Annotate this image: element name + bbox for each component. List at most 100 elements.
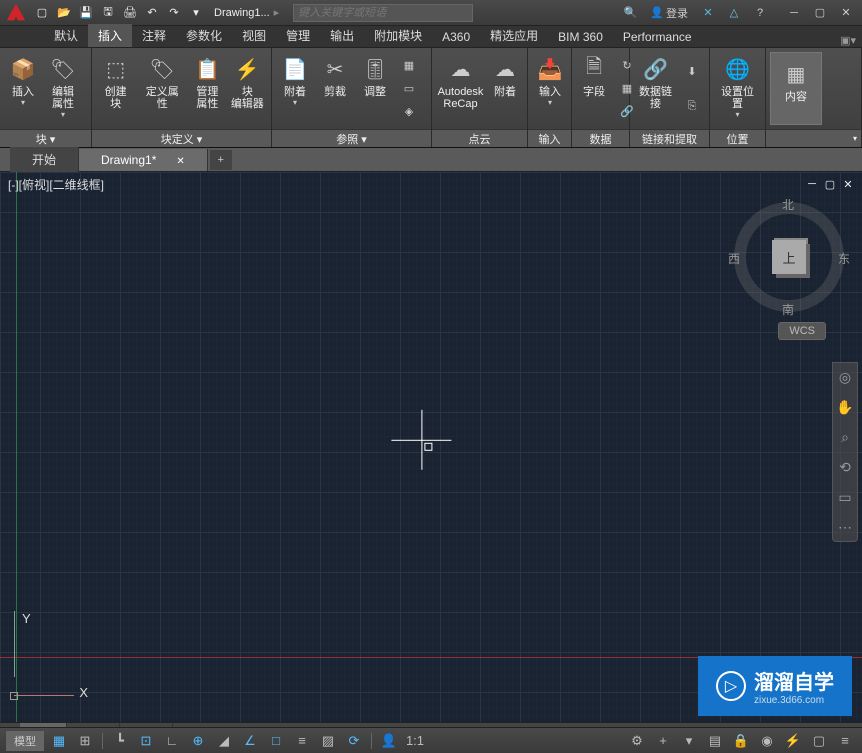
transparency-icon[interactable]: ▨ — [317, 731, 339, 751]
lock-ui-icon[interactable]: 🔒 — [730, 731, 752, 751]
adjust-xref-button[interactable]: 🎚调整 — [356, 52, 394, 125]
panel-title-blockdef[interactable]: 块定义 ▾ — [92, 129, 271, 147]
viewport-maximize-icon[interactable]: ▢ — [822, 176, 838, 192]
ribbon-tab-default[interactable]: 默认 — [44, 24, 88, 47]
edit-attributes-button[interactable]: 🏷编辑 属性▾ — [44, 52, 82, 125]
panel-title-link[interactable]: 链接和提取 — [630, 129, 709, 147]
ribbon-tab-featured[interactable]: 精选应用 — [480, 24, 548, 47]
infer-constraints-icon[interactable]: ┗ — [109, 731, 131, 751]
isodraft-icon[interactable]: ◢ — [213, 731, 235, 751]
showmotion-icon[interactable]: ▭ — [835, 487, 855, 507]
underlay-layers-icon[interactable]: ▦ — [398, 54, 420, 76]
viewport-close-icon[interactable]: ✕ — [840, 176, 856, 192]
undo-icon[interactable]: ↶ — [142, 3, 162, 23]
osnap-2d-icon[interactable]: □ — [265, 731, 287, 751]
download-source-icon[interactable]: ⬇ — [681, 60, 703, 82]
wcs-label[interactable]: WCS — [778, 322, 826, 340]
viewcube[interactable]: 北 南 东 西 上 — [734, 202, 844, 312]
panel-title-location[interactable]: 位置 — [710, 129, 765, 147]
snap-underlay-icon[interactable]: ◈ — [398, 101, 420, 123]
viewcube-north[interactable]: 北 — [782, 196, 794, 213]
units-icon[interactable]: ▾ — [678, 731, 700, 751]
redo-icon[interactable]: ↷ — [164, 3, 184, 23]
maximize-button[interactable]: ▢ — [808, 4, 832, 22]
xref-frames-icon[interactable]: ▭ — [398, 77, 420, 99]
workspace-switching-icon[interactable]: ⚙ — [626, 731, 648, 751]
ortho-icon[interactable]: ∟ — [161, 731, 183, 751]
panel-title-reference[interactable]: 参照 ▾ — [272, 129, 431, 147]
ribbon-tab-output[interactable]: 输出 — [320, 24, 364, 47]
selection-cycling-icon[interactable]: ⟳ — [343, 731, 365, 751]
viewcube-top-face[interactable]: 上 — [772, 240, 806, 274]
infocenter-search-icon[interactable]: 🔍 — [620, 3, 640, 23]
insert-block-button[interactable]: 📦插入▾ — [4, 52, 42, 125]
login-button[interactable]: 👤登录 — [646, 3, 692, 23]
ribbon-tab-a360[interactable]: A360 — [432, 27, 480, 47]
open-icon[interactable]: 📂 — [54, 3, 74, 23]
recap-button[interactable]: ☁Autodesk ReCap — [436, 52, 485, 125]
new-icon[interactable]: ▢ — [32, 3, 52, 23]
create-block-button[interactable]: ⬚创建块 — [96, 52, 135, 125]
add-tab-button[interactable]: + — [210, 150, 232, 170]
navbar-more-icon[interactable]: ⋯ — [835, 517, 855, 537]
osnap-tracking-icon[interactable]: ∠ — [239, 731, 261, 751]
set-location-button[interactable]: 🌐设置位置▾ — [714, 52, 761, 125]
zoom-extents-icon[interactable]: ⌕ — [835, 427, 855, 447]
field-button[interactable]: 🗎字段 — [576, 52, 612, 125]
snap-toggle-icon[interactable]: ⊞ — [74, 731, 96, 751]
a360-icon[interactable]: △ — [724, 3, 744, 23]
dynamic-input-icon[interactable]: ⊡ — [135, 731, 157, 751]
start-tab[interactable]: 开始 — [10, 147, 79, 172]
exchange-icon[interactable]: ✕ — [698, 3, 718, 23]
plot-icon[interactable]: 🖨 — [120, 3, 140, 23]
panel-title-content[interactable]: ▾ — [766, 129, 861, 147]
drawing-area[interactable]: [-][俯视][二维线框] ─ ▢ ✕ 北 南 东 西 上 WCS ◎ ✋ ⌕ … — [0, 172, 862, 722]
viewport-label[interactable]: [-][俯视][二维线框] — [8, 176, 104, 193]
ribbon-tab-manage[interactable]: 管理 — [276, 24, 320, 47]
annotation-scale-icon[interactable]: 👤 — [378, 731, 400, 751]
app-logo[interactable] — [4, 1, 28, 25]
search-box[interactable] — [293, 4, 473, 22]
define-attributes-button[interactable]: 🏷定义属性 — [137, 52, 187, 125]
pan-icon[interactable]: ✋ — [835, 397, 855, 417]
ribbon-tab-view[interactable]: 视图 — [232, 24, 276, 47]
panel-title-pointcloud[interactable]: 点云 — [432, 129, 527, 147]
clip-xref-button[interactable]: ✂剪裁 — [316, 52, 354, 125]
ribbon-tab-addins[interactable]: 附加模块 — [364, 24, 432, 47]
minimize-button[interactable]: ─ — [782, 4, 806, 22]
attach-pointcloud-button[interactable]: ☁附着 — [487, 52, 523, 125]
ribbon-tab-annotate[interactable]: 注释 — [132, 24, 176, 47]
annotation-visibility-icon[interactable]: 1:1 — [404, 731, 426, 751]
viewport-minimize-icon[interactable]: ─ — [804, 176, 820, 192]
search-input[interactable] — [298, 7, 468, 19]
ribbon-tab-bim360[interactable]: BIM 360 — [548, 27, 613, 47]
ribbon-tab-performance[interactable]: Performance — [613, 27, 702, 47]
customization-icon[interactable]: ≡ — [834, 731, 856, 751]
lineweight-icon[interactable]: ≡ — [291, 731, 313, 751]
ribbon-tab-parametric[interactable]: 参数化 — [176, 24, 232, 47]
clean-screen-icon[interactable]: ▢ — [808, 731, 830, 751]
datalink-button[interactable]: 🔗数据链接 — [634, 52, 677, 125]
ribbon-minimize-icon[interactable]: ▣▾ — [834, 34, 862, 47]
save-icon[interactable]: 💾 — [76, 3, 96, 23]
annotation-monitor-icon[interactable]: + — [652, 731, 674, 751]
qat-dropdown-icon[interactable]: ▾ — [186, 3, 206, 23]
orbit-icon[interactable]: ⟲ — [835, 457, 855, 477]
polar-tracking-icon[interactable]: ⊕ — [187, 731, 209, 751]
viewcube-south[interactable]: 南 — [782, 301, 794, 318]
panel-title-block[interactable]: 块 ▾ — [0, 129, 91, 147]
content-button[interactable]: ▦内容 — [770, 52, 822, 125]
block-editor-button[interactable]: ⚡块 编辑器 — [228, 52, 267, 125]
steering-wheel-icon[interactable]: ◎ — [835, 367, 855, 387]
manage-attributes-button[interactable]: 📋管理 属性 — [189, 52, 226, 125]
hardware-accel-icon[interactable]: ⚡ — [782, 731, 804, 751]
ribbon-tab-insert[interactable]: 插入 — [88, 24, 132, 47]
panel-title-import[interactable]: 输入 — [528, 129, 571, 147]
modelspace-button[interactable]: 模型 — [6, 731, 44, 751]
isolate-objects-icon[interactable]: ◉ — [756, 731, 778, 751]
attach-xref-button[interactable]: 📄附着▾ — [276, 52, 314, 125]
drawing-tab[interactable]: Drawing1*✕ — [79, 149, 208, 171]
close-button[interactable]: ✕ — [834, 4, 858, 22]
viewcube-west[interactable]: 西 — [728, 250, 740, 267]
saveas-icon[interactable]: 🖫 — [98, 3, 118, 23]
